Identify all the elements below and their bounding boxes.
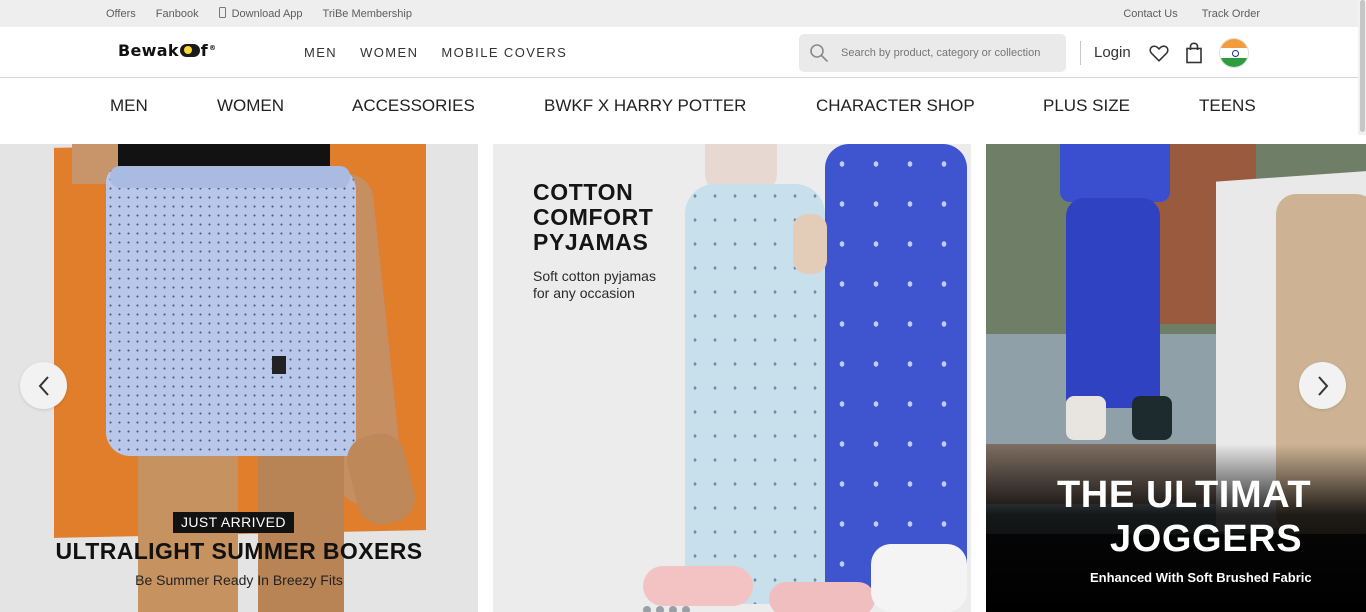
banner-title-line: PYJAMAS	[533, 229, 649, 255]
search-icon	[810, 44, 828, 62]
category-harry-potter[interactable]: BWKF X HARRY POTTER	[544, 96, 746, 116]
banner-subtitle: Be Summer Ready In Breezy Fits	[135, 572, 343, 588]
banner-subtitle-line: for any occasion	[533, 285, 635, 301]
banner-title-line: COMFORT	[533, 204, 654, 230]
banner-title-line: JOGGERS	[1110, 518, 1303, 560]
page-scrollbar-thumb[interactable]	[1360, 0, 1365, 132]
india-flag-icon[interactable]	[1219, 38, 1249, 68]
carousel-dot[interactable]	[682, 606, 690, 612]
boxer-brand-tag	[272, 356, 286, 374]
blue-joggers-image	[1066, 198, 1160, 408]
pink-slipper-left	[643, 566, 753, 606]
logo-text-start: Bewak	[118, 41, 179, 60]
flag-saffron-band	[1220, 39, 1248, 49]
sneaker-right	[1132, 396, 1172, 440]
category-accessories[interactable]: ACCESSORIES	[352, 96, 475, 116]
carousel-dot[interactable]	[669, 606, 677, 612]
category-character-shop[interactable]: CHARACTER SHOP	[816, 96, 975, 116]
main-nav-women[interactable]: WOMEN	[360, 45, 418, 60]
banner-subtitle: Soft cotton pyjamas for any occasion	[533, 268, 656, 302]
banner-subtitle: Enhanced With Soft Brushed Fabric	[1090, 570, 1312, 585]
login-link[interactable]: Login	[1094, 44, 1131, 61]
main-nav: MEN WOMEN MOBILE COVERS	[304, 27, 590, 78]
boxer-waistband	[110, 166, 350, 188]
download-app-link[interactable]: Download App	[218, 7, 303, 20]
carousel-prev-button[interactable]	[20, 362, 67, 409]
category-women[interactable]: WOMEN	[217, 96, 284, 116]
carousel-dot[interactable]	[656, 606, 664, 612]
chevron-right-icon	[1317, 375, 1328, 396]
carousel-next-button[interactable]	[1299, 362, 1346, 409]
chevron-left-icon	[38, 375, 49, 396]
contact-us-link[interactable]: Contact Us	[1123, 8, 1177, 20]
phone-icon	[218, 7, 226, 18]
banner-title: COTTON COMFORT PYJAMAS	[533, 180, 653, 255]
banner-title-line: COTTON	[533, 179, 634, 205]
top-left-links: Offers Fanbook Download App TriBe Member…	[106, 0, 432, 27]
carousel-dot[interactable]	[643, 606, 651, 612]
blue-tshirt	[1060, 144, 1170, 202]
track-order-link[interactable]: Track Order	[1202, 8, 1260, 20]
header-divider	[1080, 41, 1081, 65]
main-nav-men[interactable]: MEN	[304, 45, 337, 60]
banner-cotton-pyjamas[interactable]: COTTON COMFORT PYJAMAS Soft cotton pyjam…	[493, 144, 971, 612]
flag-green-band	[1220, 57, 1248, 67]
fanbook-link[interactable]: Fanbook	[156, 8, 199, 20]
blue-printed-pyjama-image	[825, 144, 967, 594]
top-right-links: Contact Us Track Order	[1099, 0, 1260, 27]
heart-icon[interactable]	[1148, 42, 1170, 64]
category-teens[interactable]: TEENS	[1199, 96, 1256, 116]
sneaker-left	[1066, 396, 1106, 440]
logo-text-end: f	[200, 41, 209, 60]
boxer-shorts-image	[106, 166, 356, 456]
download-app-label: Download App	[231, 8, 303, 20]
white-sneaker	[871, 544, 967, 612]
pink-slipper-right	[769, 582, 875, 612]
logo-eyes-icon	[179, 44, 200, 57]
top-utility-bar: Offers Fanbook Download App TriBe Member…	[0, 0, 1366, 27]
model-hand	[793, 214, 827, 274]
flag-white-band	[1220, 48, 1248, 58]
bewakoof-logo[interactable]: Bewak f®	[118, 41, 216, 60]
search-box[interactable]	[799, 34, 1066, 72]
bag-icon[interactable]	[1185, 42, 1203, 64]
category-plus-size[interactable]: PLUS SIZE	[1043, 96, 1130, 116]
banner-subtitle-line: Soft cotton pyjamas	[533, 268, 656, 284]
banner-summer-boxers[interactable]: JUST ARRIVED ULTRALIGHT SUMMER BOXERS Be…	[0, 144, 478, 612]
just-arrived-badge: JUST ARRIVED	[173, 512, 294, 533]
tribe-membership-link[interactable]: TriBe Membership	[323, 8, 412, 20]
offers-link[interactable]: Offers	[106, 8, 136, 20]
site-header: Bewak f® MEN WOMEN MOBILE COVERS Login	[0, 27, 1366, 78]
main-nav-mobile-covers[interactable]: MOBILE COVERS	[441, 45, 567, 60]
banner-title: ULTRALIGHT SUMMER BOXERS	[55, 538, 423, 564]
logo-registered-mark: ®	[209, 43, 217, 52]
banner-title-line: THE ULTIMAT	[1057, 474, 1312, 516]
search-input[interactable]	[839, 46, 1059, 60]
category-nav: MEN WOMEN ACCESSORIES BWKF X HARRY POTTE…	[0, 78, 1366, 144]
carousel-dots	[643, 606, 690, 612]
category-men[interactable]: MEN	[110, 96, 148, 116]
